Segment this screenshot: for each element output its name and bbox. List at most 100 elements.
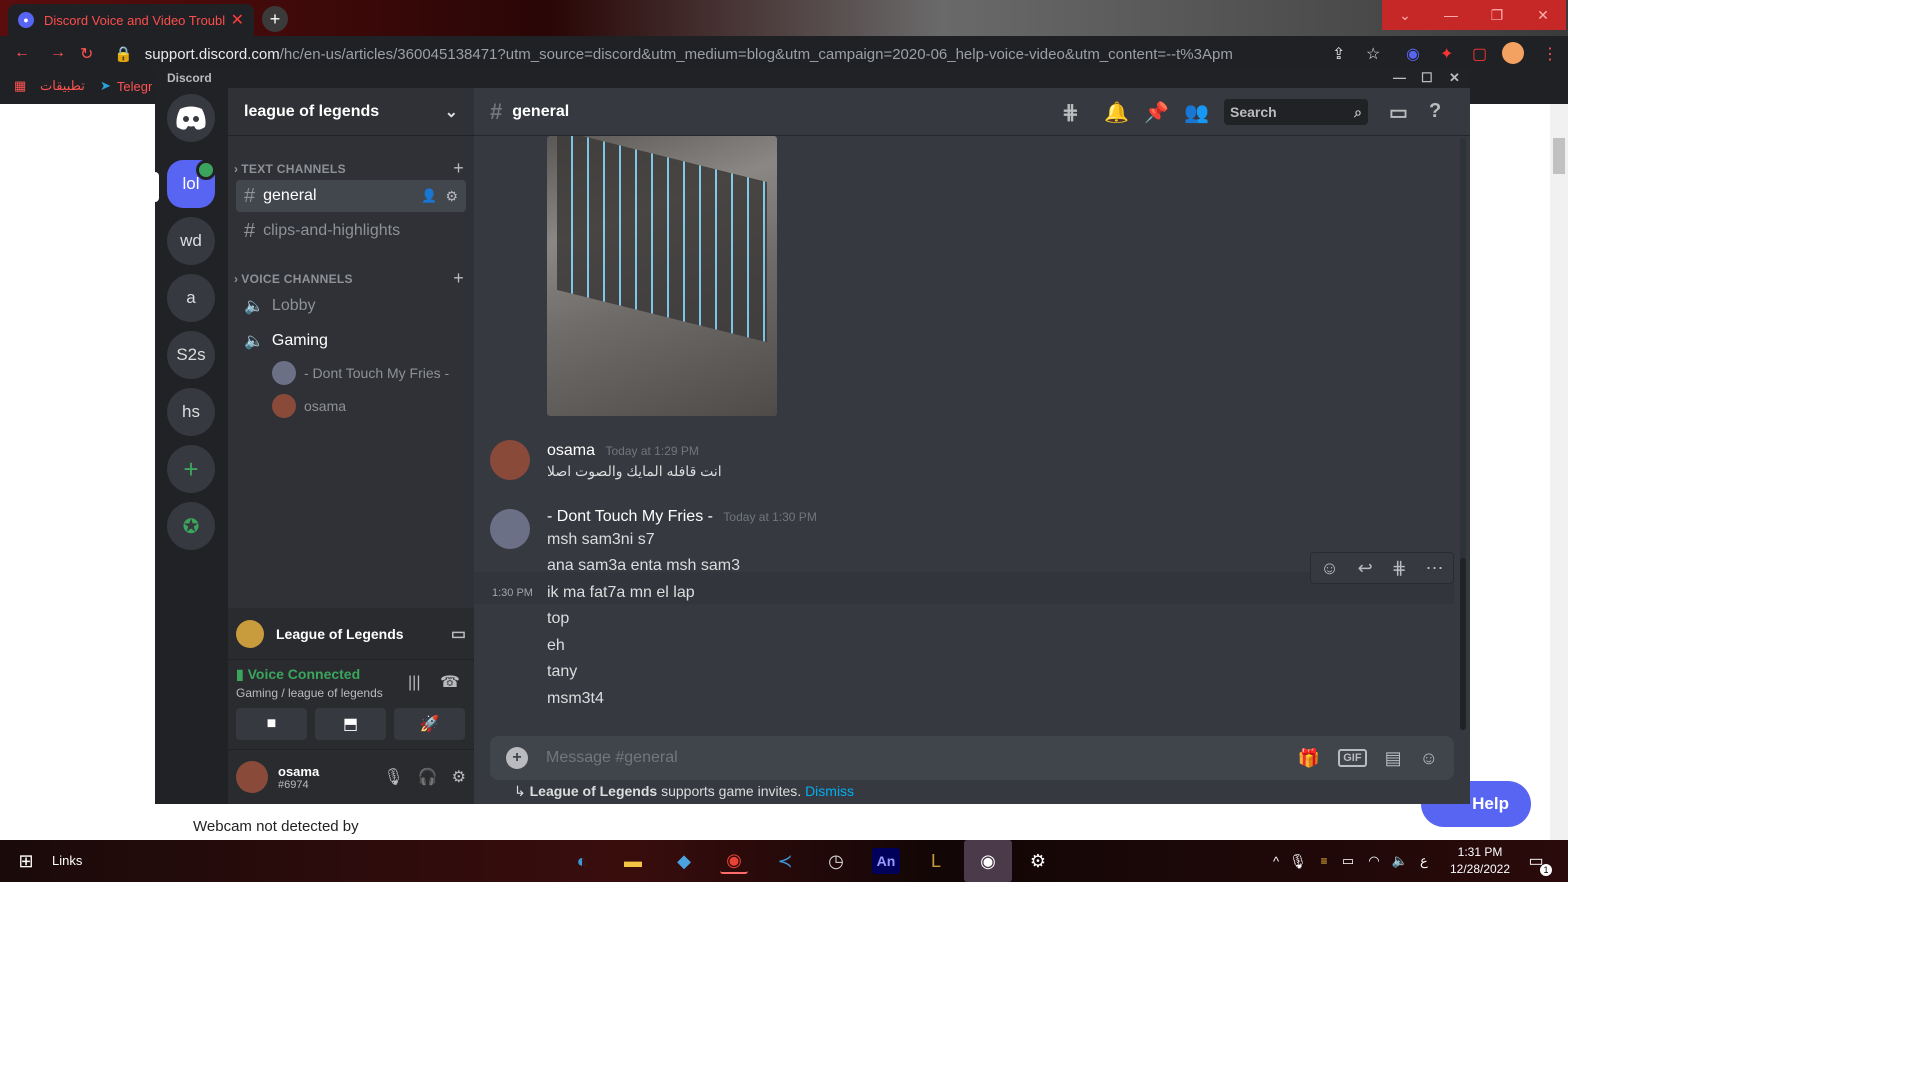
dismiss-link[interactable]: Dismiss (805, 783, 854, 799)
gift-icon[interactable]: 🎁 (1298, 748, 1320, 769)
clock[interactable]: 1:31 PM 12/28/2022 (1446, 844, 1514, 878)
guild-s2s[interactable]: S2s (167, 331, 215, 379)
vscode-icon[interactable]: ≺ (771, 848, 799, 874)
league-icon[interactable]: L (922, 848, 950, 874)
headphones-icon[interactable]: 🎧 (418, 767, 438, 787)
server-header[interactable]: league of legends ⌄ (228, 88, 474, 136)
share-icon[interactable]: ⇪ (1332, 44, 1345, 64)
create-thread-icon[interactable]: ⋕ (1392, 558, 1407, 579)
new-tab-button[interactable]: + (262, 6, 288, 32)
voice-channel-gaming[interactable]: 🔈 Gaming (236, 325, 466, 357)
animate-icon[interactable]: An (872, 848, 900, 874)
chat-scroll-thumb[interactable] (1460, 558, 1466, 730)
channel-general[interactable]: # general 👤 ⚙ (236, 180, 466, 212)
language-indicator[interactable]: ع (1420, 853, 1428, 869)
url-field[interactable]: 🔒 support.discord.com/hc/en-us/articles/… (114, 41, 1398, 67)
upload-plus-icon[interactable]: + (506, 747, 528, 769)
notification-bell-icon[interactable]: 🔔 (1104, 100, 1129, 125)
file-explorer-icon[interactable]: ▬ (619, 848, 647, 874)
bookmark-star-icon[interactable]: ☆ (1366, 44, 1380, 64)
minimize-button[interactable]: — (1428, 0, 1474, 30)
add-reaction-icon[interactable]: ☺ (1320, 558, 1338, 579)
chat-scrollbar[interactable] (1460, 138, 1466, 730)
extension-puzzle-icon[interactable]: ✦ (1440, 44, 1453, 64)
volume-icon[interactable]: 🔈 (1386, 848, 1414, 874)
bookmark-telegram[interactable]: ➤ Telegr (100, 78, 152, 94)
discord-maximize-button[interactable]: ☐ (1421, 68, 1433, 88)
voice-user[interactable]: - Dont Touch My Fries - (272, 361, 449, 385)
guild-a[interactable]: a (167, 274, 215, 322)
voice-user[interactable]: osama (272, 394, 346, 418)
avatar[interactable] (490, 509, 530, 549)
avatar[interactable] (490, 440, 530, 480)
page-scrollbar[interactable] (1550, 104, 1568, 840)
edge-icon[interactable]: ◐ (568, 848, 596, 874)
more-options-icon[interactable]: ⋯ (1426, 558, 1444, 579)
windows-start-icon[interactable]: ⊞ (12, 848, 40, 874)
tab-close-icon[interactable]: ✕ (231, 10, 244, 30)
browser-tab[interactable]: ● Discord Voice and Video Troubles ✕ (8, 4, 254, 36)
menu-dots-icon[interactable]: ⋮ (1542, 44, 1558, 64)
close-window-button[interactable]: ✕ (1520, 0, 1566, 30)
profile-avatar[interactable] (1502, 42, 1524, 64)
discord-close-button[interactable]: ✕ (1449, 68, 1460, 88)
discord-minimize-button[interactable]: — (1393, 68, 1406, 88)
bookmark-apps[interactable]: تطبيقات (40, 78, 85, 94)
wifi-icon[interactable]: ◠ (1360, 848, 1388, 874)
forward-icon[interactable]: → (50, 44, 66, 62)
chrome-icon[interactable]: ◉ (720, 848, 748, 874)
emoji-icon[interactable]: ☺ (1420, 748, 1438, 769)
gif-icon[interactable]: GIF (1338, 749, 1367, 767)
discord-home-icon[interactable] (167, 94, 215, 142)
gear-icon[interactable]: ⚙ (445, 188, 458, 205)
back-icon[interactable]: ← (14, 44, 30, 62)
microphone-icon[interactable]: 🎙 (383, 767, 403, 787)
camera-button[interactable]: ■ (236, 708, 307, 740)
settings-gear-icon[interactable]: ⚙ (1024, 848, 1052, 874)
invite-user-icon[interactable]: 👤 (421, 188, 437, 204)
threads-icon[interactable]: ⋕ (1062, 100, 1079, 125)
member-list-icon[interactable]: 👥 (1184, 100, 1209, 125)
avatar[interactable] (236, 761, 268, 793)
guild-wd[interactable]: wd (167, 217, 215, 265)
extension-icon[interactable]: ◉ (1406, 44, 1420, 64)
channel-clips[interactable]: # clips-and-highlights (236, 215, 466, 247)
explore-compass-icon[interactable]: ✪ (167, 502, 215, 550)
voice-channel-lobby[interactable]: 🔈 Lobby (236, 290, 466, 322)
create-channel-icon[interactable]: + (453, 158, 464, 179)
reply-icon[interactable]: ↩ (1358, 558, 1373, 579)
guild-hs[interactable]: hs (167, 388, 215, 436)
discord-taskbar-icon[interactable]: ◉ (964, 840, 1012, 882)
voice-location[interactable]: Gaming / league of legends (236, 686, 383, 700)
pin-icon[interactable]: 📌 (1144, 100, 1169, 125)
disconnect-icon[interactable]: ☎ (440, 672, 460, 692)
sticker-icon[interactable]: ▤ (1385, 748, 1402, 769)
category-text-channels[interactable]: › TEXT CHANNELS + (234, 158, 464, 179)
restore-button[interactable]: ❐ (1474, 0, 1520, 30)
inbox-icon[interactable]: ▭ (1389, 100, 1408, 125)
category-voice-channels[interactable]: › VOICE CHANNELS + (234, 268, 464, 289)
scroll-thumb[interactable] (1553, 138, 1565, 174)
screen-share-icon[interactable]: ▭ (451, 624, 466, 644)
clock-app-icon[interactable]: ◷ (822, 848, 850, 874)
activity-launch-button[interactable]: 🚀 (394, 708, 465, 740)
add-server-icon[interactable]: + (167, 445, 215, 493)
help-icon[interactable]: ? (1429, 100, 1441, 123)
mic-tray-icon[interactable]: 🎙 (1284, 848, 1312, 874)
message-author[interactable]: osama (547, 442, 595, 459)
image-attachment[interactable] (547, 136, 777, 416)
share-screen-button[interactable]: ⬒ (315, 708, 386, 740)
tab-search-icon[interactable]: ⌄ (1382, 0, 1428, 30)
create-channel-icon[interactable]: + (453, 268, 464, 289)
battery-icon[interactable]: ▭ (1334, 848, 1362, 874)
noise-suppression-icon[interactable]: ||| (408, 674, 420, 692)
user-settings-gear-icon[interactable]: ⚙ (452, 767, 466, 787)
search-input[interactable]: Search ⌕ (1224, 99, 1368, 125)
message-author[interactable]: - Dont Touch My Fries - (547, 508, 713, 525)
apps-grid-icon[interactable]: ▦ (14, 78, 26, 94)
app-icon[interactable]: ◆ (670, 848, 698, 874)
reload-icon[interactable]: ↻ (80, 44, 93, 64)
extension-square-icon[interactable]: ▢ (1472, 44, 1487, 64)
links-toolbar[interactable]: Links (52, 853, 82, 868)
message-input[interactable]: + Message #general 🎁 GIF ▤ ☺ (490, 736, 1454, 780)
